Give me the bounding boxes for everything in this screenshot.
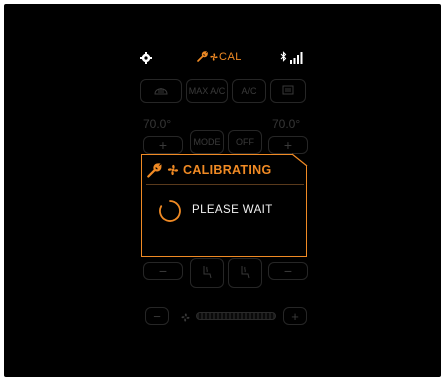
- minus-label: −: [158, 263, 168, 279]
- temp-right-plus-button[interactable]: +: [268, 136, 308, 154]
- loading-spinner-icon: [159, 200, 181, 222]
- gear-icon[interactable]: [140, 52, 152, 64]
- signal-bars-icon: [290, 52, 303, 64]
- seat-heat-left-icon: [201, 265, 213, 281]
- fan-plus-button[interactable]: +: [283, 307, 307, 325]
- ac-button[interactable]: A/C: [232, 79, 266, 103]
- off-label: OFF: [236, 137, 254, 147]
- dialog-message: PLEASE WAIT: [192, 204, 273, 216]
- max-ac-label: MAX A/C: [188, 86, 226, 96]
- temp-left-plus-button[interactable]: +: [143, 136, 183, 154]
- fan-minus-label: −: [153, 308, 161, 324]
- dialog-divider: [146, 184, 304, 185]
- dialog-title-text: CALIBRATING: [183, 163, 272, 177]
- seat-heat-left-button[interactable]: [190, 258, 224, 288]
- seat-heat-right-icon: [239, 265, 251, 281]
- defrost-front-button[interactable]: [140, 79, 182, 103]
- ac-label: A/C: [241, 86, 257, 96]
- mode-label: MODE: [193, 137, 221, 147]
- defrost-front-icon: [153, 84, 169, 98]
- fan-minus-button[interactable]: −: [145, 307, 169, 325]
- bluetooth-icon: [280, 51, 287, 65]
- mode-button[interactable]: MODE: [190, 130, 224, 154]
- temp-left: 70.0°: [143, 117, 172, 131]
- calibration-indicator: CAL: [197, 51, 242, 63]
- seat-heat-right-button[interactable]: [228, 258, 262, 288]
- fan-icon: [210, 53, 218, 61]
- wrench-icon: [147, 162, 162, 178]
- off-button[interactable]: OFF: [228, 130, 262, 154]
- temp-right: 70.0°: [272, 117, 301, 131]
- defrost-rear-icon: [281, 84, 295, 98]
- calibration-label: CAL: [219, 51, 242, 63]
- fan-icon: [180, 310, 191, 328]
- plus-label: +: [283, 137, 293, 153]
- fan-icon: [167, 164, 179, 176]
- minus-label: −: [283, 263, 293, 279]
- fan-plus-label: +: [291, 308, 299, 324]
- fan-speed-slider[interactable]: [196, 312, 276, 320]
- temp-left-minus-button[interactable]: −: [143, 262, 183, 280]
- defrost-rear-button[interactable]: [270, 79, 306, 103]
- temp-right-minus-button[interactable]: −: [268, 262, 308, 280]
- wrench-icon: [197, 51, 208, 62]
- max-ac-button[interactable]: MAX A/C: [186, 79, 228, 103]
- plus-label: +: [158, 137, 168, 153]
- dialog-title: CALIBRATING: [147, 160, 271, 180]
